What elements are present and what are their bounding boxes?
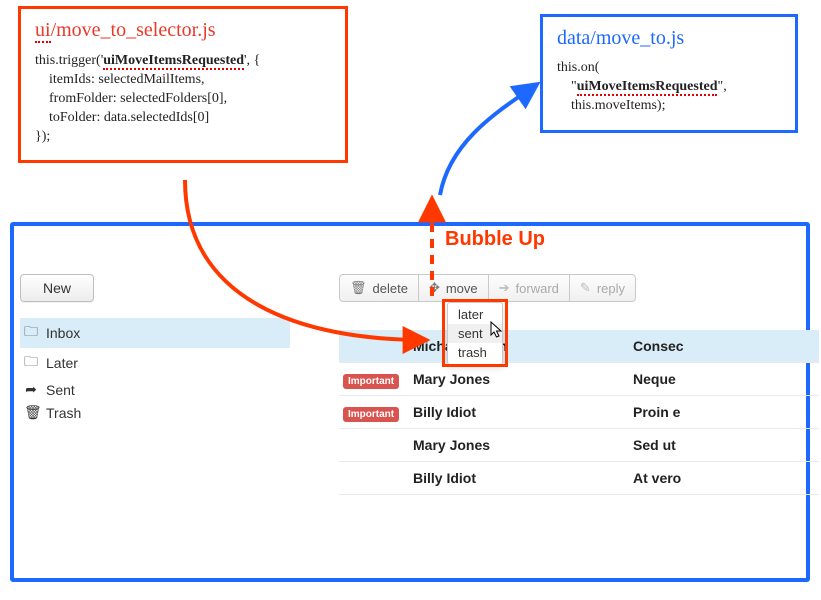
- mail-row[interactable]: Mary Jones Sed ut: [339, 429, 819, 462]
- folder-trash[interactable]: 🗑 Trash: [20, 401, 290, 424]
- app-container: New 🗀 Inbox 🗀 Later ➦ Sent 🗑 Trash 🗑: [10, 222, 810, 582]
- mail-sender: Mary Jones: [413, 437, 633, 453]
- delete-button[interactable]: 🗑 delete: [339, 274, 419, 302]
- mail-row[interactable]: Michael Smith Consec: [339, 330, 819, 363]
- move-icon: ✥: [429, 280, 440, 296]
- forward-button[interactable]: ➔ forward: [489, 274, 570, 302]
- mail-sender: Michael Smith: [413, 338, 633, 354]
- trash-icon: 🗑: [24, 404, 38, 421]
- trash-icon: 🗑: [350, 280, 367, 296]
- mail-subject: Consec: [633, 338, 819, 354]
- mail-row[interactable]: Billy Idiot At vero: [339, 462, 819, 495]
- toolbar: 🗑 delete ✥ move ➔ forward ✎ reply: [339, 274, 819, 302]
- tag-slot: Important: [343, 404, 413, 420]
- folder-label: Sent: [46, 382, 75, 398]
- tag-slot: Important: [343, 371, 413, 387]
- mail-subject: At vero: [633, 470, 819, 486]
- move-option-trash[interactable]: trash: [448, 343, 502, 362]
- button-label: delete: [373, 281, 408, 296]
- folder-inbox[interactable]: 🗀 Inbox: [20, 318, 290, 348]
- button-label: forward: [516, 281, 559, 296]
- folder-icon: 🗀: [24, 351, 38, 375]
- mail-list: Michael Smith Consec Important Mary Jone…: [339, 330, 819, 495]
- ui-code-content: this.trigger('uiMoveItemsRequested', { i…: [35, 52, 331, 146]
- button-label: reply: [597, 281, 625, 296]
- pencil-icon: ✎: [580, 280, 591, 296]
- forward-icon: ➔: [499, 280, 510, 296]
- move-button[interactable]: ✥ move: [419, 274, 489, 302]
- folder-icon: 🗀: [24, 321, 38, 345]
- ui-code-box: ui/move_to_selector.js this.trigger('uiM…: [18, 6, 348, 163]
- mail-sender: Billy Idiot: [413, 404, 633, 420]
- title-ui-underlined: ui: [35, 19, 51, 43]
- move-dropdown: later sent trash: [447, 302, 503, 365]
- important-tag: Important: [343, 374, 399, 389]
- folder-sent[interactable]: ➦ Sent: [20, 378, 290, 401]
- data-code-box: data/move_to.js this.on( "uiMoveItemsReq…: [540, 14, 798, 133]
- folder-label: Trash: [46, 405, 81, 421]
- ui-code-title: ui/move_to_selector.js: [35, 19, 331, 44]
- move-option-sent[interactable]: sent: [448, 324, 502, 343]
- mail-sender: Billy Idiot: [413, 470, 633, 486]
- mail-subject: Neque: [633, 371, 819, 387]
- data-code-content: this.on( "uiMoveItemsRequested", this.mo…: [557, 59, 781, 116]
- mail-subject: Proin e: [633, 404, 819, 420]
- mail-sender: Mary Jones: [413, 371, 633, 387]
- main-panel: 🗑 delete ✥ move ➔ forward ✎ reply later …: [339, 274, 819, 495]
- mail-subject: Sed ut: [633, 437, 819, 453]
- mail-row[interactable]: Important Mary Jones Neque: [339, 363, 819, 396]
- move-option-later[interactable]: later: [448, 305, 502, 324]
- button-label: move: [446, 281, 478, 296]
- new-button[interactable]: New: [20, 274, 94, 302]
- sidebar: New 🗀 Inbox 🗀 Later ➦ Sent 🗑 Trash: [20, 274, 290, 424]
- send-icon: ➦: [24, 381, 38, 398]
- folder-label: Inbox: [46, 325, 80, 341]
- data-code-title: data/move_to.js: [557, 27, 781, 51]
- folder-list: 🗀 Inbox 🗀 Later ➦ Sent 🗑 Trash: [20, 318, 290, 424]
- important-tag: Important: [343, 407, 399, 422]
- reply-button[interactable]: ✎ reply: [570, 274, 636, 302]
- folder-label: Later: [46, 355, 78, 371]
- folder-later[interactable]: 🗀 Later: [20, 348, 290, 378]
- mail-row[interactable]: Important Billy Idiot Proin e: [339, 396, 819, 429]
